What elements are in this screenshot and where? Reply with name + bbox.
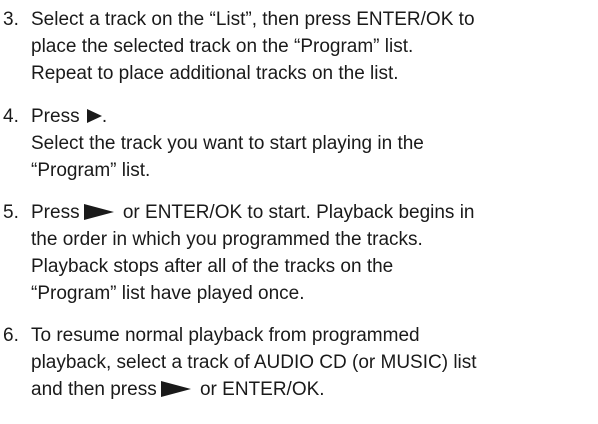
step-line: “Program” list. [31,160,151,181]
step-line: the order in which you programmed the tr… [31,229,423,250]
press-text: Press [31,202,80,223]
press-text: Press [31,106,80,127]
step-number: 3. [3,9,19,30]
step-number: 6. [3,325,19,346]
step-line: Select a track on the “List”, then press… [31,9,475,30]
step-line: Select the track you want to start playi… [31,133,424,154]
step-line-prefix: and then press [31,379,157,400]
step-number: 5. [3,202,19,223]
step-text: Select a track on the “List”, then press… [31,6,597,87]
step-line-suffix: or ENTER/OK to start. Playback begins in [117,202,475,223]
play-icon [160,381,191,397]
step-number: 4. [3,106,19,127]
step-text: To resume normal playback from programme… [31,322,597,403]
step-line-suffix: or ENTER/OK. [194,379,325,400]
step-line: place the selected track on the “Program… [31,36,414,57]
step-line: playback, select a track of AUDIO CD (or… [31,352,477,373]
step-line-suffix: . [101,106,108,127]
step-line: To resume normal playback from programme… [31,325,420,346]
play-icon [86,109,102,123]
step-line: Press . [31,103,597,130]
manual-page: 3. Select a track on the “List”, then pr… [0,0,598,424]
step-line: Playback stops after all of the tracks o… [31,256,394,277]
step-text: Press . Select the track you want to sta… [31,103,597,184]
step-line: and then press or ENTER/OK. [31,376,597,403]
play-icon [83,204,114,220]
step-line: Repeat to place additional tracks on the… [31,63,399,84]
step-line: Press or ENTER/OK to start. Playback beg… [31,199,597,226]
step-line: “Program” list have played once. [31,283,305,304]
step-text: Press or ENTER/OK to start. Playback beg… [31,199,597,307]
